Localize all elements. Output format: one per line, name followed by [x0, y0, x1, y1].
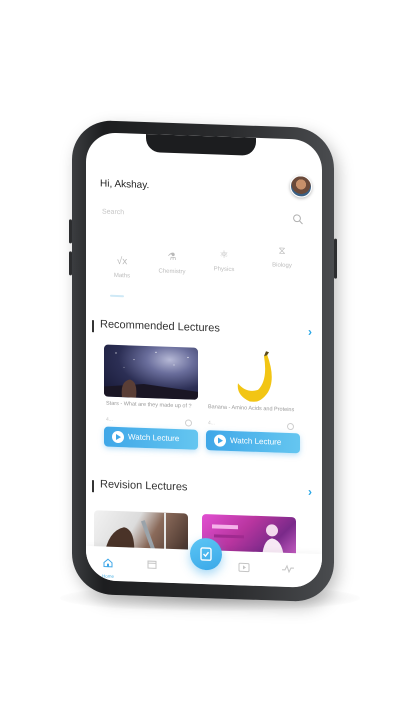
play-icon	[218, 437, 223, 444]
flask-icon: ⚗	[167, 251, 177, 264]
tab-physics[interactable]: ⚛ Physics	[204, 248, 244, 274]
tab-label: Chemistry	[158, 268, 186, 276]
nav-home[interactable]: Home	[96, 554, 120, 579]
dna-icon: ⧖	[278, 245, 286, 257]
power-button	[334, 238, 337, 279]
watch-lecture-button[interactable]: Watch Lecture	[104, 426, 198, 450]
chevron-right-icon[interactable]: ›	[308, 325, 312, 339]
app-screen: Hi, Akshay. Search √x Maths ⚗ Chemistry …	[86, 131, 322, 589]
search-icon[interactable]	[292, 213, 304, 225]
banana-image	[237, 351, 272, 403]
greeting-text: Hi, Akshay.	[100, 178, 150, 192]
task-check-icon	[200, 547, 212, 561]
phone-device: Hi, Akshay. Search √x Maths ⚗ Chemistry …	[69, 119, 337, 603]
button-label: Watch Lecture	[230, 435, 282, 447]
search-bar[interactable]: Search	[102, 206, 308, 227]
atom-icon: ⚛	[219, 249, 229, 261]
lecture-card[interactable]: Stars - What are they made up of ? 4... …	[104, 344, 198, 450]
lecture-rating: 4...	[106, 416, 113, 423]
tab-label: Biology	[272, 262, 292, 270]
tab-chemistry[interactable]: ⚗ Chemistry	[152, 250, 192, 276]
calendar-icon	[147, 560, 157, 569]
tab-maths[interactable]: √x Maths	[102, 254, 142, 279]
lecture-thumbnail	[104, 344, 198, 400]
play-icon	[238, 562, 250, 573]
revision-header: Revision Lectures ›	[92, 478, 312, 502]
search-input[interactable]: Search	[102, 208, 124, 216]
nav-videos[interactable]	[232, 559, 256, 578]
clock-icon	[287, 422, 294, 431]
tab-biology[interactable]: ⧖ Biology	[262, 244, 302, 269]
stars-image	[104, 351, 198, 400]
square-root-icon: √x	[116, 255, 128, 268]
tab-label: Physics	[213, 266, 235, 274]
phone-notch	[146, 134, 256, 156]
lecture-card[interactable]: Banana - Amino Acids and Proteins 4... W…	[206, 348, 300, 454]
lecture-thumbnail	[206, 348, 300, 404]
active-tab-indicator	[110, 294, 124, 298]
activity-icon	[282, 564, 294, 574]
play-icon	[116, 433, 121, 441]
tasks-fab-button[interactable]	[190, 537, 222, 571]
volume-button	[69, 219, 72, 244]
section-marker	[92, 320, 94, 333]
section-marker	[92, 480, 94, 493]
nav-calendar[interactable]	[140, 556, 164, 575]
chevron-right-icon[interactable]: ›	[308, 485, 312, 499]
avatar[interactable]	[290, 175, 312, 198]
section-title: Recommended Lectures	[100, 318, 220, 335]
button-label: Watch Lecture	[128, 432, 180, 444]
tab-label: Maths	[113, 272, 131, 280]
home-icon	[103, 558, 113, 568]
recommended-header: Recommended Lectures ›	[92, 318, 312, 342]
subject-tabs: √x Maths ⚗ Chemistry ⚛ Physics ⧖ Biology	[94, 240, 322, 289]
clock-icon	[185, 419, 192, 427]
nav-activity[interactable]	[276, 561, 300, 580]
watch-lecture-button[interactable]: Watch Lecture	[206, 430, 300, 454]
section-title: Revision Lectures	[100, 478, 188, 494]
lecture-rating: 4...	[208, 420, 215, 427]
nav-label: Home	[101, 573, 114, 579]
volume-button	[69, 251, 72, 276]
